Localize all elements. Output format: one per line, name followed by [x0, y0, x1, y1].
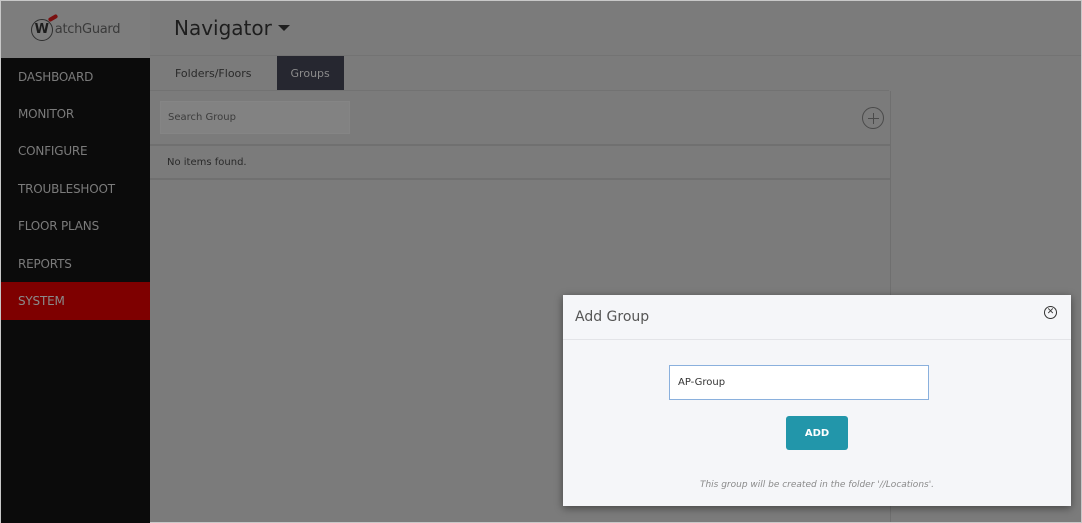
tab-groups[interactable]: Groups: [276, 56, 344, 90]
logo-mark-icon: W: [30, 18, 53, 41]
dialog-header: Add Group ✕: [563, 295, 1071, 340]
page-title[interactable]: Navigator: [174, 16, 272, 40]
sidebar-item-monitor[interactable]: MONITOR: [1, 95, 150, 132]
search-group-input[interactable]: [160, 101, 350, 134]
add-button[interactable]: ADD: [786, 416, 848, 450]
dialog-body: ADD This group will be created in the fo…: [563, 340, 1071, 506]
sidebar-item-configure[interactable]: CONFIGURE: [1, 133, 150, 170]
sidebar-item-system[interactable]: SYSTEM: [1, 282, 150, 320]
empty-list-message: No items found.: [150, 146, 890, 180]
add-group-dialog: Add Group ✕ ADD This group will be creat…: [563, 295, 1071, 506]
tab-bar: Folders/Floors Groups: [150, 56, 889, 91]
logo-text: atchGuard: [54, 22, 121, 37]
folder-hint: This group will be created in the folder…: [699, 480, 935, 490]
add-circle-icon[interactable]: [862, 107, 884, 129]
page-header: Navigator: [150, 1, 1081, 56]
watchguard-logo[interactable]: W atchGuard: [1, 1, 150, 58]
sidebar: W atchGuard DASHBOARD MONITOR CONFIGURE …: [1, 1, 150, 523]
sidebar-item-floor-plans[interactable]: FLOOR PLANS: [1, 208, 150, 245]
sidebar-item-reports[interactable]: REPORTS: [1, 245, 150, 282]
caret-down-icon[interactable]: [277, 25, 290, 31]
sidebar-item-dashboard[interactable]: DASHBOARD: [1, 58, 150, 95]
sidebar-item-troubleshoot[interactable]: TROUBLESHOOT: [1, 170, 150, 207]
search-row: [150, 91, 890, 146]
dialog-title: Add Group: [575, 309, 650, 325]
close-icon[interactable]: ✕: [1044, 306, 1057, 319]
group-name-input[interactable]: [669, 365, 929, 400]
tab-folders-floors[interactable]: Folders/Floors: [162, 56, 265, 90]
